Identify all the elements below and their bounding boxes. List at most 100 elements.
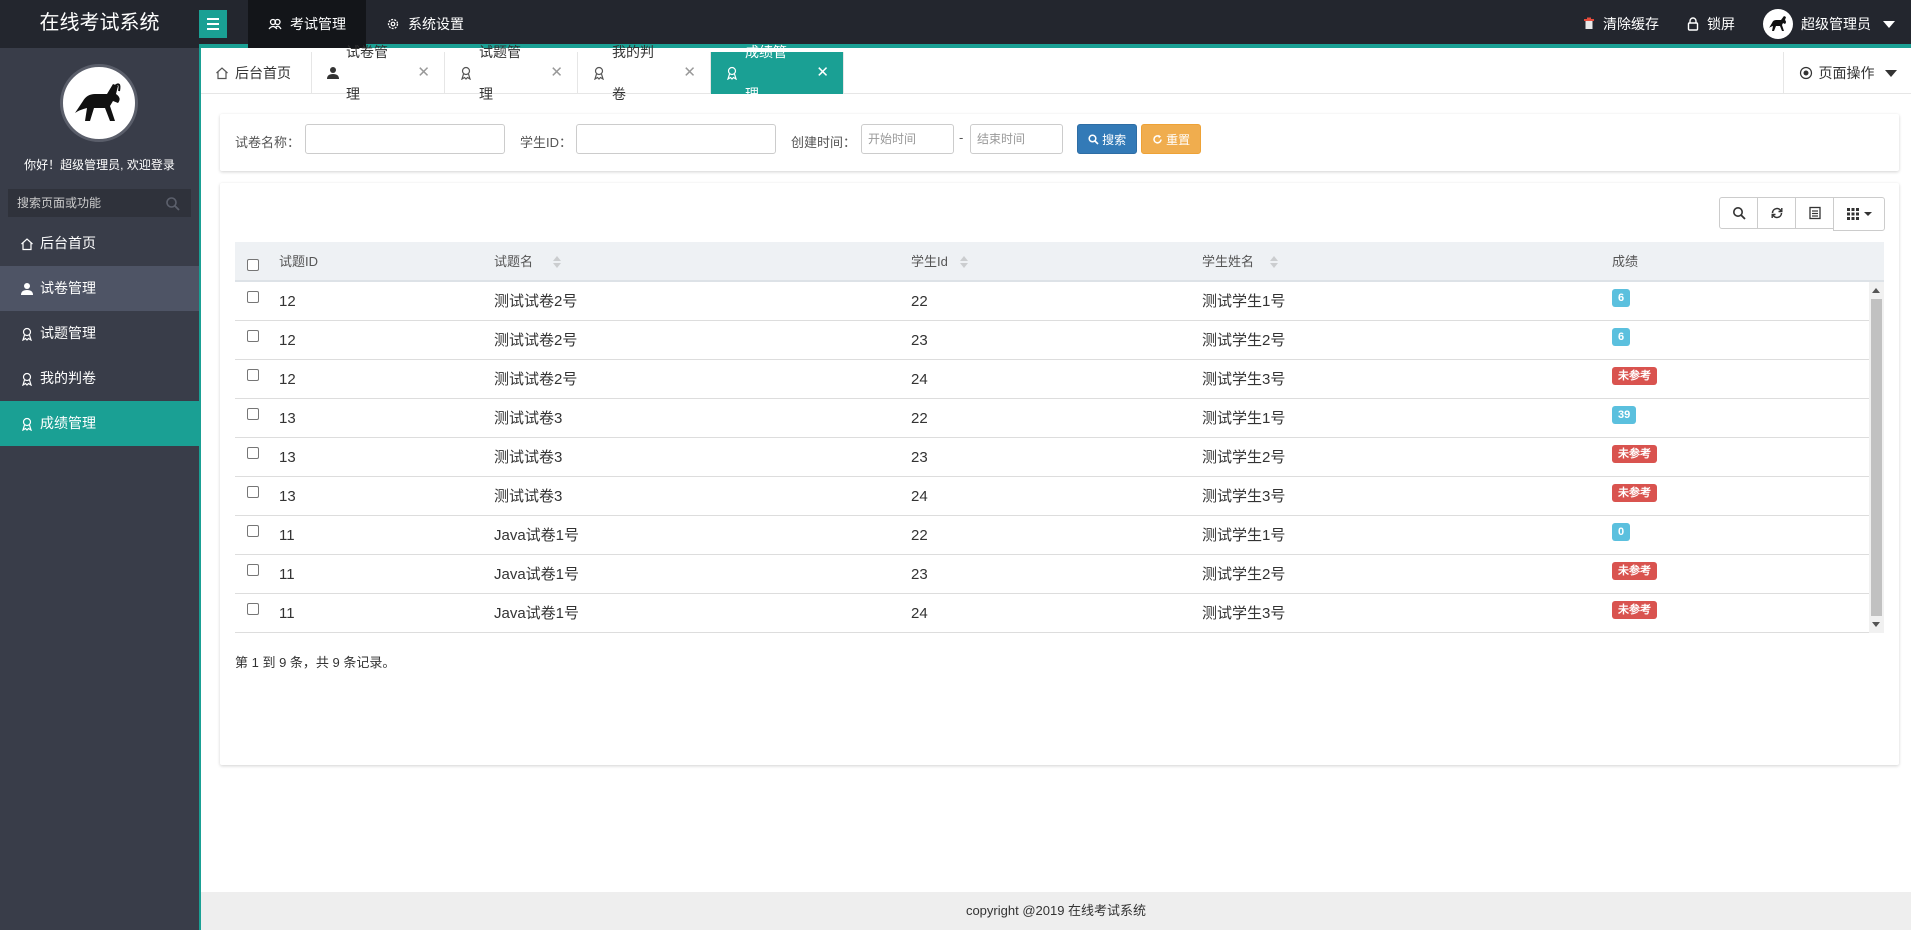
cell-paper-id: 11 xyxy=(279,605,295,622)
table-body[interactable]: 12 测试试卷2号 22 测试学生1号 6 12 测试试卷2号 23 测试学生2号 6 12 测试试卷… xyxy=(235,282,1884,633)
avatar xyxy=(1763,9,1793,39)
select-all-checkbox[interactable] xyxy=(247,259,259,271)
table-row[interactable]: 13 测试试卷3 22 测试学生1号 39 xyxy=(235,399,1884,438)
list-icon xyxy=(1808,206,1822,220)
column-header-label: 学生姓名 xyxy=(1202,254,1255,269)
scroll-down-arrow-icon[interactable] xyxy=(1872,622,1880,627)
sidebar-item-home[interactable]: 后台首页 xyxy=(0,221,199,266)
hamburger-icon xyxy=(199,10,227,38)
cell-student-id: 24 xyxy=(911,488,928,505)
cell-paper-id: 13 xyxy=(279,410,296,427)
menu-toggle-button[interactable] xyxy=(199,10,227,38)
table-refresh-button[interactable] xyxy=(1757,197,1796,229)
close-icon[interactable]: ✕ xyxy=(816,52,829,94)
cell-student-id: 24 xyxy=(911,605,928,622)
tab-my-grading[interactable]: 我的判卷 ✕ xyxy=(578,44,711,102)
sidebar-item-label: 我的判卷 xyxy=(40,370,96,386)
table-row[interactable]: 13 测试试卷3 23 测试学生2号 未参考 xyxy=(235,438,1884,477)
page-tabs-bar: 后台首页 试卷管理 ✕ 试题管理 ✕ 我的判卷 ✕ 成绩管理 ✕ 页面操作 xyxy=(201,44,1911,102)
award-icon xyxy=(725,66,739,80)
search-icon[interactable] xyxy=(165,196,181,212)
score-badge: 未参考 xyxy=(1612,601,1657,619)
sidebar-item-paper-management[interactable]: 试卷管理 xyxy=(0,266,199,311)
row-checkbox[interactable] xyxy=(247,525,259,537)
lock-screen-button[interactable]: 锁屏 xyxy=(1687,14,1735,34)
cell-student-id: 22 xyxy=(911,527,928,544)
clear-cache-button[interactable]: 清除缓存 xyxy=(1583,14,1659,34)
tab-score-management[interactable]: 成绩管理 ✕ xyxy=(711,44,844,102)
row-checkbox[interactable] xyxy=(247,564,259,576)
topnav-label: 系统设置 xyxy=(408,16,464,32)
welcome-text: 你好！超级管理员, 欢迎登录 xyxy=(24,158,175,172)
cell-paper-id: 12 xyxy=(279,293,296,310)
column-header-student-name[interactable]: 学生姓名 xyxy=(1202,242,1279,282)
score-badge: 未参考 xyxy=(1612,445,1657,463)
table-search-button[interactable] xyxy=(1719,197,1758,229)
search-button[interactable]: 搜索 xyxy=(1077,124,1137,154)
student-id-input[interactable] xyxy=(576,124,776,154)
table-row[interactable]: 11 Java试卷1号 22 测试学生1号 0 xyxy=(235,516,1884,555)
tab-question-management[interactable]: 试题管理 ✕ xyxy=(445,44,578,102)
cell-paper-id: 12 xyxy=(279,371,296,388)
close-icon[interactable]: ✕ xyxy=(417,52,430,94)
row-checkbox[interactable] xyxy=(247,369,259,381)
radio-dot-icon xyxy=(1799,66,1813,80)
start-time-input[interactable]: 开始时间 xyxy=(861,124,954,154)
cell-paper-id: 13 xyxy=(279,449,296,466)
row-checkbox[interactable] xyxy=(247,408,259,420)
cell-student-id: 23 xyxy=(911,449,928,466)
table-row[interactable]: 12 测试试卷2号 24 测试学生3号 未参考 xyxy=(235,360,1884,399)
cell-student-name: 测试学生1号 xyxy=(1202,410,1286,427)
footer-copyright: copyright @2019 在线考试系统 xyxy=(201,892,1911,930)
page-operations-dropdown[interactable]: 页面操作 xyxy=(1783,52,1911,94)
topnav-label: 考试管理 xyxy=(290,16,346,32)
table-row[interactable]: 12 测试试卷2号 23 测试学生2号 6 xyxy=(235,321,1884,360)
cell-paper-name: 测试试卷3 xyxy=(494,449,563,466)
table-row[interactable]: 11 Java试卷1号 24 测试学生3号 未参考 xyxy=(235,594,1884,633)
user-menu[interactable]: 超级管理员 xyxy=(1763,9,1895,39)
user-icon xyxy=(326,66,340,80)
sidebar-item-label: 试题管理 xyxy=(40,325,96,341)
paper-name-input[interactable] xyxy=(305,124,505,154)
row-checkbox[interactable] xyxy=(247,330,259,342)
column-header-student-id[interactable]: 学生Id xyxy=(911,242,968,282)
row-checkbox[interactable] xyxy=(247,447,259,459)
search-icon xyxy=(1732,206,1746,220)
cell-student-name: 测试学生1号 xyxy=(1202,293,1286,310)
end-time-input[interactable]: 结束时间 xyxy=(970,124,1063,154)
row-checkbox[interactable] xyxy=(247,603,259,615)
cell-student-name: 测试学生3号 xyxy=(1202,371,1286,388)
cell-student-id: 23 xyxy=(911,332,928,349)
sidebar-item-question-management[interactable]: 试题管理 xyxy=(0,311,199,356)
table-row[interactable]: 12 测试试卷2号 22 测试学生1号 6 xyxy=(235,282,1884,321)
reset-button-label: 重置 xyxy=(1166,133,1191,147)
score-badge: 6 xyxy=(1612,328,1631,346)
column-header-paper-name[interactable]: 试题名 xyxy=(494,242,564,282)
cell-student-name: 测试学生3号 xyxy=(1202,605,1286,622)
scrollbar-thumb[interactable] xyxy=(1871,299,1882,616)
row-checkbox[interactable] xyxy=(247,291,259,303)
table-row[interactable]: 11 Java试卷1号 23 测试学生2号 未参考 xyxy=(235,555,1884,594)
sidebar-item-my-grading[interactable]: 我的判卷 xyxy=(0,356,199,401)
close-icon[interactable]: ✕ xyxy=(550,52,563,94)
close-icon[interactable]: ✕ xyxy=(683,52,696,94)
trash-icon xyxy=(1583,17,1595,31)
sidebar-item-score-management[interactable]: 成绩管理 xyxy=(0,401,199,446)
table-toggle-view-button[interactable] xyxy=(1795,197,1834,229)
table-scrollbar[interactable] xyxy=(1869,282,1884,633)
score-badge: 6 xyxy=(1612,289,1631,307)
row-checkbox[interactable] xyxy=(247,486,259,498)
tab-paper-management[interactable]: 试卷管理 ✕ xyxy=(312,44,445,102)
column-header-label: 成绩 xyxy=(1612,254,1639,269)
sidebar-search-input[interactable]: 搜索页面或功能 xyxy=(8,189,191,217)
tab-home[interactable]: 后台首页 xyxy=(201,52,312,94)
table-row[interactable]: 13 测试试卷3 24 测试学生3号 未参考 xyxy=(235,477,1884,516)
column-header-paper-id[interactable]: 试题ID xyxy=(279,242,318,282)
cell-student-name: 测试学生3号 xyxy=(1202,488,1286,505)
sidebar-accent-edge xyxy=(199,48,201,930)
scroll-up-arrow-icon[interactable] xyxy=(1872,288,1880,293)
app-logo-title[interactable]: 在线考试系统 xyxy=(0,0,199,48)
reset-button[interactable]: 重置 xyxy=(1141,124,1201,154)
table-columns-button[interactable] xyxy=(1833,197,1885,231)
score-badge: 未参考 xyxy=(1612,484,1657,502)
